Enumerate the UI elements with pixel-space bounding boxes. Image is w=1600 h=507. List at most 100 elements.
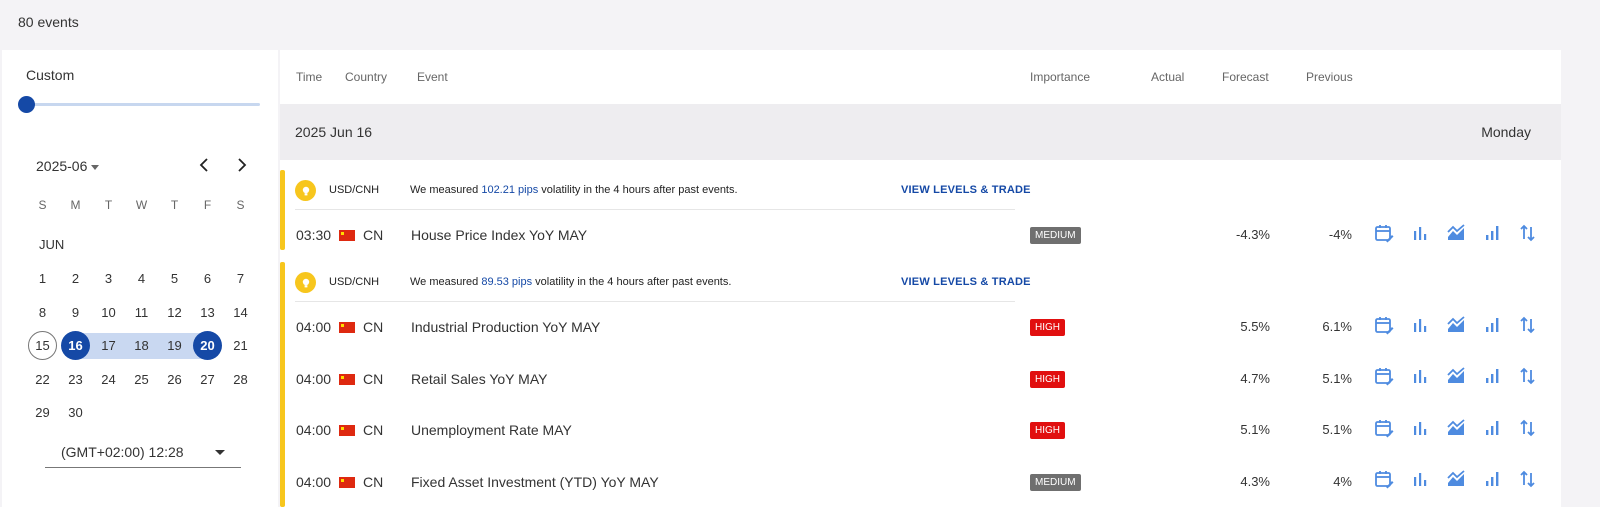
calendar-day[interactable]: 10 [92,296,125,330]
bar-chart-button[interactable] [1410,471,1446,493]
next-month-button[interactable] [232,156,250,174]
calendar-week: 15 16 17 18 19 20 21 [26,329,257,363]
event-previous: 5.1% [1322,370,1352,386]
sort-arrows-button[interactable] [1518,316,1554,338]
calendar-day[interactable]: 26 [158,363,191,397]
area-chart-button[interactable] [1446,470,1482,493]
calendar-day[interactable]: 19 [158,329,191,363]
col-time: Time [296,70,323,84]
slider-thumb[interactable] [18,96,35,113]
signal-bars-button[interactable] [1482,224,1518,246]
calendar-day[interactable]: 15 [26,329,59,363]
sort-arrows-button[interactable] [1518,367,1554,390]
china-flag-icon [339,230,355,241]
calendar-day[interactable]: 27 [191,363,224,397]
event-name[interactable]: Unemployment Rate MAY [411,422,572,438]
calendar-day[interactable]: 2 [59,262,92,296]
calendar-day[interactable]: 16 [59,329,92,363]
sort-arrows-button[interactable] [1518,469,1554,494]
sort-arrows-button[interactable] [1518,224,1554,246]
importance-badge: HIGH [1030,422,1065,439]
event-count: 80 events [18,14,79,30]
event-forecast: 5.5% [1240,319,1270,334]
calendar-edit-button[interactable] [1374,368,1410,390]
event-actions [1374,367,1554,390]
group-date: 2025 Jun 16 [295,124,373,140]
bar-chart-icon [1410,223,1430,248]
calendar-day[interactable]: 11 [125,296,158,330]
event-previous: 4% [1333,473,1352,489]
bar-chart-button[interactable] [1410,224,1446,246]
calendar-day[interactable]: 12 [158,296,191,330]
event-row[interactable]: 03:30 CN House Price Index YoY MAY MEDIUM -4… [280,210,1561,261]
importance-badge: HIGH [1030,370,1065,388]
event-row[interactable]: 04:00 CN Industrial Production YoY MAY HIGH… [280,302,1561,353]
calendar-edit-button[interactable] [1374,316,1410,338]
calendar-edit-button[interactable] [1374,224,1410,246]
view-levels-trade-link[interactable]: VIEW LEVELS & TRADE [901,184,1031,196]
calendar-day[interactable]: 3 [92,262,125,296]
area-chart-button[interactable] [1446,315,1482,338]
calendar-day[interactable]: 25 [125,363,158,397]
calendar-day[interactable]: 9 [59,296,92,330]
calendar-edit-button[interactable] [1374,419,1410,441]
event-name[interactable]: Retail Sales YoY MAY [411,371,547,387]
range-slider[interactable] [18,96,260,116]
calendar-week: 8 9 10 11 12 13 14 [26,296,257,330]
weekday-header: SMTWTFS [26,198,257,212]
calendar-day[interactable]: 23 [59,363,92,397]
calendar-week: 1234567 [26,262,257,296]
timezone-select[interactable]: (GMT+02:00) 12:28 [45,438,241,468]
event-name[interactable]: Industrial Production YoY MAY [411,319,600,335]
signal-bars-icon [1482,223,1502,248]
calendar-edit-icon [1374,366,1394,391]
event-name[interactable]: House Price Index YoY MAY [411,227,587,243]
view-levels-trade-link[interactable]: VIEW LEVELS & TRADE [901,276,1031,288]
event-group: USD/CNH We measured 102.21 pips volatilit… [280,170,1561,250]
calendar-day[interactable]: 22 [26,363,59,397]
calendar-day[interactable]: 29 [26,396,59,430]
prev-month-button[interactable] [196,156,214,174]
signal-bars-button[interactable] [1482,368,1518,390]
area-chart-icon [1446,418,1466,443]
calendar-day[interactable]: 1 [26,262,59,296]
calendar-edit-button[interactable] [1374,471,1410,493]
event-row[interactable]: 04:00 CN Fixed Asset Investment (YTD) YoY … [280,457,1561,507]
bar-chart-button[interactable] [1410,419,1446,441]
calendar-day[interactable]: 18 [125,329,158,363]
calendar-day[interactable]: 4 [125,262,158,296]
calendar-day[interactable]: 20 [191,329,224,363]
sort-arrows-icon [1518,315,1538,340]
area-chart-button[interactable] [1446,223,1482,246]
slider-track[interactable] [26,103,260,106]
event-time: 04:00 [296,370,332,387]
calendar-day[interactable]: 30 [59,396,92,430]
calendar-day[interactable]: 13 [191,296,224,330]
sort-arrows-icon [1518,469,1538,494]
month-select[interactable]: 2025-06 [36,158,100,174]
calendar-day[interactable]: 21 [224,329,257,363]
range-label: Custom [26,67,75,83]
calendar-day[interactable]: 5 [158,262,191,296]
calendar-day[interactable]: 28 [224,363,257,397]
calendar-day[interactable]: 14 [224,296,257,330]
event-previous: -4% [1328,227,1352,242]
signal-bars-button[interactable] [1482,471,1518,493]
calendar-day[interactable]: 24 [92,363,125,397]
calendar-day[interactable]: 6 [191,262,224,296]
signal-bars-button[interactable] [1482,419,1518,441]
calendar-day[interactable]: 17 [92,329,125,363]
event-row[interactable]: 04:00 CN Unemployment Rate MAY HIGH 5.1% 5.1% [280,405,1561,456]
bar-chart-button[interactable] [1410,368,1446,390]
event-row[interactable]: 04:00 CN Retail Sales YoY MAY HIGH 4.7% 5.1% [280,354,1561,405]
sort-arrows-button[interactable] [1518,419,1554,441]
china-flag-icon [339,373,355,385]
calendar-day[interactable]: 8 [26,296,59,330]
event-time: 04:00 [296,473,332,490]
signal-bars-button[interactable] [1482,316,1518,338]
bar-chart-button[interactable] [1410,316,1446,338]
calendar-day[interactable]: 7 [224,262,257,296]
area-chart-button[interactable] [1446,367,1482,390]
event-name[interactable]: Fixed Asset Investment (YTD) YoY MAY [411,474,659,490]
area-chart-button[interactable] [1446,418,1482,443]
